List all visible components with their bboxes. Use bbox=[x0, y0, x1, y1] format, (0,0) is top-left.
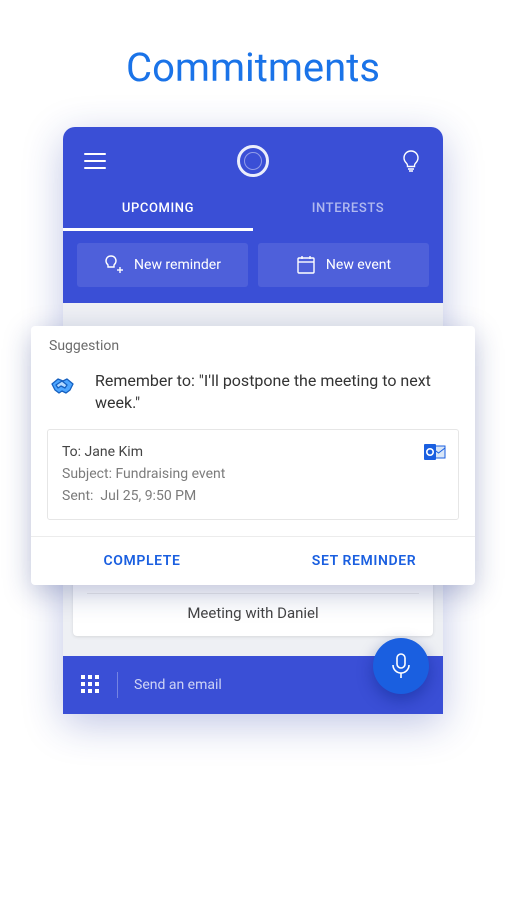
complete-button[interactable]: COMPLETE bbox=[31, 537, 253, 585]
mic-icon bbox=[390, 652, 412, 680]
tab-upcoming[interactable]: UPCOMING bbox=[63, 189, 253, 231]
new-event-button[interactable]: New event bbox=[258, 243, 429, 287]
app-top-bar bbox=[63, 127, 443, 189]
bottom-bar: Send an email bbox=[63, 656, 443, 714]
hamburger-menu-icon[interactable] bbox=[83, 149, 107, 173]
quick-actions-row: New reminder New event bbox=[63, 231, 443, 303]
apps-grid-icon[interactable] bbox=[81, 675, 101, 695]
tab-interests[interactable]: INTERESTS bbox=[253, 189, 443, 231]
cortana-logo-icon[interactable] bbox=[237, 145, 269, 177]
email-preview[interactable]: To: Jane Kim Subject: Fundraising event … bbox=[47, 429, 459, 520]
outlook-icon bbox=[424, 442, 446, 462]
reminder-plus-icon bbox=[104, 255, 124, 275]
suggestion-card: Suggestion Remember to: "I'll postpone t… bbox=[31, 326, 475, 585]
calendar-event-title: Meeting with Daniel bbox=[87, 604, 419, 622]
lightbulb-icon[interactable] bbox=[399, 149, 423, 173]
email-sent-line: Sent: Jul 25, 9:50 PM bbox=[62, 486, 444, 508]
new-reminder-button[interactable]: New reminder bbox=[77, 243, 248, 287]
tab-bar: UPCOMING INTERESTS bbox=[63, 189, 443, 231]
mic-button[interactable] bbox=[373, 638, 429, 694]
new-event-label: New event bbox=[326, 257, 391, 273]
suggestion-text: Remember to: "I'll postpone the meeting … bbox=[95, 370, 457, 413]
handshake-icon bbox=[49, 370, 81, 402]
new-reminder-label: New reminder bbox=[134, 257, 221, 273]
email-to-line: To: Jane Kim bbox=[62, 442, 444, 464]
suggestion-actions: COMPLETE SET REMINDER bbox=[31, 536, 475, 585]
divider bbox=[117, 672, 118, 698]
set-reminder-button[interactable]: SET REMINDER bbox=[253, 537, 475, 585]
page-title: Commitments bbox=[0, 0, 506, 127]
calendar-plus-icon bbox=[296, 255, 316, 275]
suggestion-header: Suggestion bbox=[31, 326, 475, 360]
email-subject-line: Subject: Fundraising event bbox=[62, 464, 444, 486]
